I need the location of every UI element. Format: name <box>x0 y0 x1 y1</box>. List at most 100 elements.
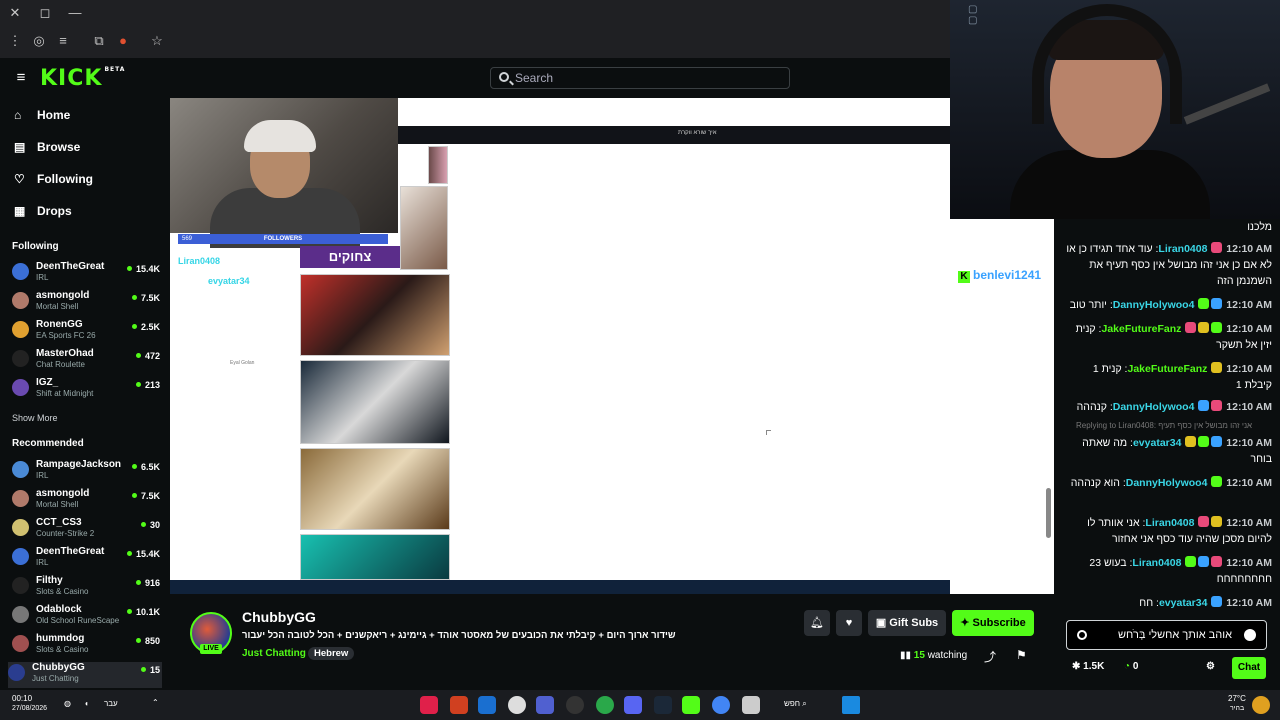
chat-username[interactable]: DannyHolywoo4 <box>1113 299 1195 311</box>
thumb-author: Eyal Golan <box>230 360 255 366</box>
ublock-icon[interactable]: ● <box>114 32 132 50</box>
channel-item[interactable]: IGZ_ Shift at Midnight 213 <box>12 377 162 403</box>
likes-count[interactable]: ✱ 1.5K <box>1072 661 1104 672</box>
channel-item[interactable]: RonenGG EA Sports FC 26 2.5K <box>12 319 162 345</box>
chat-input-text: אוהב אותך אחשלי בְּרֹחש <box>1118 629 1232 641</box>
chat-username[interactable]: DannyHolywoo4 <box>1113 401 1195 413</box>
gift-subs-button[interactable]: ▣ Gift Subs <box>868 610 946 636</box>
tiktok-icon[interactable] <box>420 696 438 714</box>
streamer-name[interactable]: ChubbyGG <box>242 609 316 625</box>
discord-icon[interactable] <box>624 696 642 714</box>
channel-item[interactable]: asmongold Mortal Shell 7.5K <box>12 290 162 316</box>
chat-username[interactable]: Liran0408 <box>1145 517 1194 529</box>
headphones <box>1032 4 1182 124</box>
channel-item[interactable]: Filthy Slots & Casino 916 <box>12 575 162 601</box>
restore-icon[interactable]: ◻ <box>36 4 54 22</box>
channel-viewers: 2.5K <box>132 322 160 332</box>
channel-item[interactable]: hummdog Slots & Casino 850 <box>12 633 162 659</box>
viewers-icon: ▮▮ <box>900 650 914 661</box>
channel-item[interactable]: RampageJackson IRL 6.5K <box>12 459 162 485</box>
chat-settings-dot-icon[interactable] <box>1077 630 1087 640</box>
video-thumb <box>300 274 450 356</box>
video-browser-bar: איך שורא ווקרת <box>398 126 950 144</box>
video-taskbar <box>170 580 950 594</box>
volume-icon[interactable]: ◖ <box>84 699 89 708</box>
hamburger-menu-icon[interactable]: ≡ <box>12 69 30 87</box>
kick-logo[interactable]: KICK BETA <box>40 66 125 91</box>
app-icon-1[interactable] <box>478 696 496 714</box>
chat-username[interactable]: evyatar34 <box>1159 597 1207 609</box>
video-scrollbar[interactable] <box>1046 488 1051 538</box>
network-icon[interactable]: ◍ <box>64 699 71 708</box>
nav-following[interactable]: ♡ Following <box>14 172 93 186</box>
steam-icon[interactable] <box>654 696 672 714</box>
menu-dots-icon[interactable]: ⋮ <box>6 32 24 50</box>
drops-icon: ▦ <box>14 204 26 218</box>
report-flag-icon[interactable]: ⚑ <box>1016 648 1027 662</box>
bookmark-star-icon[interactable]: ☆ <box>148 32 166 50</box>
calculator-icon[interactable] <box>742 696 760 714</box>
points-count[interactable]: ◔ 0 <box>1124 661 1138 672</box>
chat-username[interactable]: JakeFutureFanz <box>1127 363 1207 375</box>
chat-username[interactable]: Liran0408 <box>1132 557 1181 569</box>
points-icon: ◔ <box>1124 661 1131 672</box>
language-indicator[interactable]: עבר <box>104 699 118 708</box>
chat-username[interactable]: Liran0408 <box>1158 243 1207 255</box>
language-tag[interactable]: Hebrew <box>308 647 355 660</box>
chat-username[interactable]: JakeFutureFanz <box>1101 323 1181 335</box>
channel-item[interactable]: Odablock Old School RuneScape 10.1K <box>12 604 162 630</box>
video-player[interactable]: איך שורא ווקרת 569 FOLLOWERS צחוקים Liran… <box>170 98 950 594</box>
brave-icon[interactable] <box>450 696 468 714</box>
chat-username[interactable]: DannyHolywoo4 <box>1126 477 1208 489</box>
nav-label: Browse <box>37 140 81 154</box>
chat-badge-icon <box>1198 436 1210 447</box>
chat-username[interactable]: evyatar34 <box>1133 437 1181 449</box>
channel-item[interactable]: asmongold Mortal Shell 7.5K <box>12 488 162 514</box>
tray-chevron-icon[interactable]: ⌃ <box>152 698 159 707</box>
chrome-icon[interactable] <box>596 696 614 714</box>
site-header: ≡ KICK BETA Search <box>0 58 950 98</box>
chat-send-button[interactable]: Chat <box>1232 657 1266 679</box>
channel-avatar <box>12 350 29 367</box>
app-icon-3[interactable] <box>566 696 584 714</box>
windows-start-icon[interactable] <box>842 696 860 714</box>
mouse-cursor <box>766 430 771 435</box>
search-input[interactable]: Search <box>490 67 790 89</box>
extension-icon[interactable]: ◎ <box>30 32 48 50</box>
share-icon[interactable]: ⤴ <box>984 648 996 665</box>
follow-heart-icon[interactable]: ♥ <box>836 610 862 636</box>
channel-item[interactable]: CCT_CS3 Counter-Strike 2 30 <box>12 517 162 543</box>
puzzle-icon[interactable]: ⧉ <box>90 32 108 50</box>
channel-viewers: 850 <box>136 636 160 646</box>
nav-browse[interactable]: ▤ Browse <box>14 140 80 154</box>
nav-drops[interactable]: ▦ Drops <box>14 204 72 218</box>
channel-item[interactable]: DeenTheGreat IRL 15.4K <box>12 261 162 287</box>
nav-home[interactable]: ⌂ Home <box>14 108 70 122</box>
chat-input[interactable]: אוהב אותך אחשלי בְּרֹחש <box>1066 620 1267 650</box>
channel-game: Chat Roulette <box>36 360 85 369</box>
google-icon[interactable] <box>712 696 730 714</box>
chat-message: 12:10 AM Liran0408: בעוש 23 חחחחחחחח <box>1089 556 1272 585</box>
taskbar-search[interactable]: חפש ⌕ <box>784 699 807 709</box>
close-icon[interactable]: ✕ <box>6 4 24 22</box>
home-icon: ⌂ <box>14 108 22 122</box>
obs-icon[interactable] <box>508 696 526 714</box>
video-thumb <box>300 360 450 444</box>
channel-item[interactable]: ChubbyGG Just Chatting 15 <box>8 662 162 688</box>
emoji-icon[interactable] <box>1244 629 1256 641</box>
kick-live-icon[interactable] <box>682 696 700 714</box>
subscribe-button[interactable]: ✦ Subscribe <box>952 610 1034 636</box>
channel-item[interactable]: MasterOhad Chat Roulette 472 <box>12 348 162 374</box>
channel-name: CCT_CS3 <box>36 517 82 528</box>
chat-badge-icon <box>1185 436 1197 447</box>
channel-item[interactable]: DeenTheGreat IRL 15.4K <box>12 546 162 572</box>
chat-timestamp: 12:10 AM <box>1226 477 1272 489</box>
tune-icon[interactable]: ≡ <box>54 32 72 50</box>
stream-category[interactable]: Just Chatting <box>242 648 306 659</box>
show-more-link[interactable]: Show More <box>12 413 58 423</box>
chat-settings-icon[interactable]: ⚙ <box>1206 661 1215 672</box>
minimize-icon[interactable]: — <box>66 4 84 22</box>
chat-badge-icon <box>1211 556 1223 567</box>
notification-bell-icon[interactable]: 🔔︎ <box>804 610 830 636</box>
app-icon-2[interactable] <box>536 696 554 714</box>
